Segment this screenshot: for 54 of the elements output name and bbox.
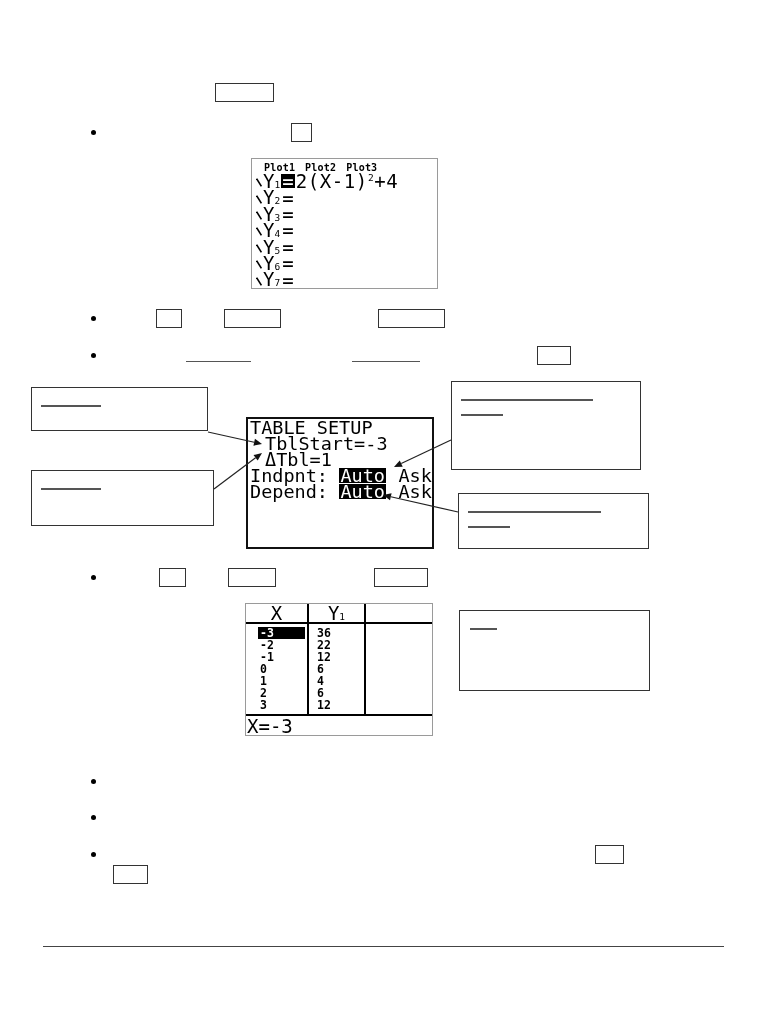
table-cell: 4 <box>317 675 324 687</box>
answer-box[interactable] <box>374 568 428 587</box>
equals-sign: = <box>281 190 295 205</box>
answer-box[interactable] <box>215 83 274 102</box>
answer-box[interactable] <box>224 309 281 328</box>
answer-box[interactable] <box>378 309 445 328</box>
bullet-icon <box>91 575 96 580</box>
equals-sign: = <box>281 223 295 238</box>
setting-text: TblStart=-3 <box>265 436 388 452</box>
bullet-icon <box>91 852 96 857</box>
mode-option: Auto <box>339 484 386 499</box>
mode-option: Ask <box>397 484 433 499</box>
answer-box[interactable] <box>156 309 182 328</box>
table-cell: 12 <box>317 651 331 663</box>
table-cell-text: 0 <box>259 663 268 675</box>
mode-label: Depend: <box>250 484 328 500</box>
table-cell-text: -1 <box>259 651 275 663</box>
plot-label: Plot2 <box>305 162 337 173</box>
table-cell: 36 <box>317 627 331 639</box>
table-cell: -3 <box>258 627 305 639</box>
table-cell-text: 3 <box>259 699 268 711</box>
equals-sign: = <box>281 272 295 287</box>
answer-box[interactable] <box>113 865 148 884</box>
table-cell-text: 2 <box>259 687 268 699</box>
plot-label: Plot1 <box>264 162 296 173</box>
table-cell-text: 1 <box>259 675 268 687</box>
table-cell: 22 <box>317 639 331 651</box>
mode-option: Ask <box>397 468 433 483</box>
equals-sign: = <box>281 239 295 254</box>
bullet-icon <box>91 316 96 321</box>
setting-text: ΔTbl=1 <box>265 452 332 468</box>
mode-option: Auto <box>339 468 386 483</box>
equals-sign: = <box>281 206 295 221</box>
bullet-icon <box>91 815 96 820</box>
bullet-icon <box>91 130 96 135</box>
answer-box[interactable] <box>228 568 276 587</box>
plot-label: Plot3 <box>346 162 378 173</box>
function-expression: 2(X-1)$^{2}$+4 <box>295 173 399 190</box>
entry-line: X=-3 <box>247 716 293 736</box>
bullet-icon <box>91 779 96 784</box>
answer-box[interactable] <box>537 346 571 365</box>
bullet-icon <box>91 353 96 358</box>
table-cell: 12 <box>317 699 331 711</box>
screen-title: TABLE SETUP <box>250 420 373 436</box>
answer-box[interactable] <box>595 845 624 864</box>
equals-sign: = <box>281 174 295 189</box>
mode-label: Indpnt: <box>250 468 328 484</box>
column-header: X <box>246 604 307 624</box>
answer-box[interactable] <box>291 123 312 142</box>
equals-sign: = <box>281 256 295 271</box>
answer-box[interactable] <box>159 568 186 587</box>
table-cell-text: -2 <box>259 639 275 651</box>
table-cell: 6 <box>317 687 324 699</box>
table-cell: 6 <box>317 663 324 675</box>
